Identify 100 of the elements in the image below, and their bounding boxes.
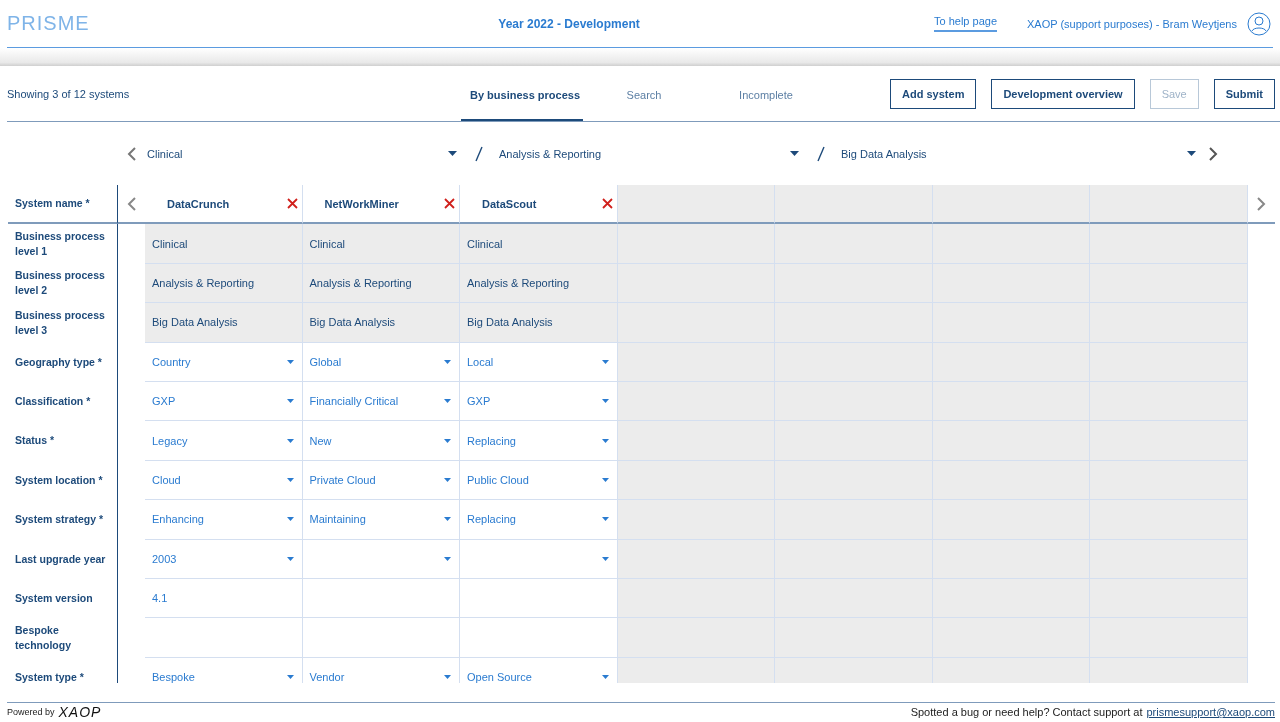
slash-separator (817, 145, 825, 162)
dropdown-field[interactable]: Legacy (152, 434, 294, 447)
row-label: System location * (8, 460, 118, 501)
dropdown-field[interactable]: GXP (467, 395, 609, 408)
help-link[interactable]: To help page (934, 15, 997, 32)
tab[interactable]: Search (583, 66, 705, 121)
row-label: Classification * (8, 381, 118, 422)
readonly-cell: Clinical (460, 224, 618, 264)
caret-icon (286, 517, 294, 522)
dropdown-field[interactable]: Replacing (467, 513, 609, 526)
readonly-cell: Analysis & Reporting (460, 263, 618, 304)
input-field[interactable] (460, 578, 618, 619)
row-label: System name * (8, 185, 118, 225)
caret-icon (790, 151, 799, 156)
row-label: Geography type * (8, 342, 118, 382)
readonly-cell: Clinical (302, 224, 460, 264)
row-label: Business process level 3 (8, 303, 118, 343)
caret-icon (601, 438, 609, 443)
dropdown-field[interactable]: Country (152, 355, 294, 368)
caret-icon (286, 359, 294, 364)
row-label: System strategy * (8, 500, 118, 540)
caret-icon (601, 674, 609, 679)
caret-icon (286, 399, 294, 404)
dropdown-field[interactable]: Vendor (309, 670, 451, 683)
dropdown-field[interactable]: Open Source (467, 670, 609, 683)
dropdown-field[interactable]: Enhancing (152, 513, 294, 526)
powered-by-text: Powered by (7, 707, 55, 717)
dropdown-field[interactable]: GXP (152, 395, 294, 408)
dropdown-field[interactable]: Local (467, 355, 609, 368)
dropdown-field[interactable]: Global (309, 355, 451, 368)
breadcrumb-dropdown[interactable]: Analysis & Reporting (489, 147, 811, 160)
remove-icon[interactable] (601, 198, 613, 210)
dropdown-field[interactable]: Bespoke (152, 670, 294, 683)
caret-icon (444, 477, 451, 482)
row-label: Last upgrade year (8, 539, 118, 579)
tab[interactable]: By business process (461, 66, 583, 121)
dropdown-field[interactable]: Maintaining (309, 513, 451, 526)
input-field[interactable]: 4.1 (145, 578, 303, 619)
chevron-left-icon[interactable] (126, 195, 137, 212)
logo: PRISME (7, 12, 91, 35)
caret-icon (448, 151, 457, 156)
system-name: DataScout (482, 197, 537, 210)
caret-icon (601, 556, 609, 561)
caret-icon (444, 517, 451, 522)
readonly-cell: Clinical (145, 224, 303, 264)
row-label: Status * (8, 421, 118, 461)
system-name: NetWorkMiner (324, 197, 399, 210)
caret-icon (286, 438, 294, 443)
row-label: System version (8, 578, 118, 619)
row-label: System type * (8, 657, 118, 683)
remove-icon[interactable] (286, 198, 298, 210)
caret-icon (286, 477, 294, 482)
readonly-cell: Big Data Analysis (302, 303, 460, 343)
caret-icon (601, 399, 609, 404)
row-label: Business process level 1 (8, 224, 118, 264)
dropdown-field[interactable]: New (309, 434, 451, 447)
caret-icon (444, 399, 451, 404)
caret-icon (601, 359, 609, 364)
input-field[interactable] (302, 578, 460, 619)
caret-icon (444, 674, 451, 679)
dropdown-field[interactable]: Cloud (152, 473, 294, 486)
chevron-left-icon[interactable] (127, 145, 137, 162)
brand-logo: XAOP (58, 704, 102, 720)
input-field[interactable] (302, 618, 460, 658)
chevron-right-icon[interactable] (1256, 195, 1266, 212)
action-button[interactable]: Submit (1213, 78, 1275, 109)
caret-icon (286, 556, 294, 561)
action-button[interactable]: Add system (890, 78, 977, 109)
support-email-link[interactable]: prismesupport@xaop.com (1146, 706, 1275, 718)
page-title: Year 2022 - Development (497, 16, 641, 31)
row-label: Business process level 2 (8, 263, 118, 304)
input-field[interactable] (145, 618, 303, 658)
caret-icon (444, 359, 451, 364)
system-name: DataCrunch (167, 197, 230, 210)
caret-icon (444, 556, 451, 561)
dropdown-field[interactable]: Public Cloud (467, 473, 609, 486)
action-button[interactable]: Development overview (991, 78, 1135, 109)
readonly-cell: Big Data Analysis (145, 303, 303, 343)
row-label: Bespoke technology (8, 618, 118, 658)
dropdown-field[interactable]: Replacing (467, 434, 609, 447)
remove-icon[interactable] (444, 198, 455, 210)
dropdown-field[interactable]: Private Cloud (309, 473, 451, 486)
input-field[interactable] (460, 618, 618, 658)
slash-separator (475, 145, 483, 162)
readonly-cell: Big Data Analysis (460, 303, 618, 343)
breadcrumb-dropdown[interactable]: Clinical (137, 147, 469, 160)
caret-icon (1187, 151, 1196, 156)
breadcrumb-dropdown[interactable]: Big Data Analysis (831, 147, 1208, 160)
tab[interactable]: Incomplete (705, 66, 827, 121)
user-icon[interactable] (1246, 11, 1271, 36)
dropdown-field[interactable]: 2003 (152, 552, 294, 565)
support-text: Spotted a bug or need help? Contact support at (910, 706, 1143, 718)
dropdown-field[interactable]: Financially Critical (309, 395, 451, 408)
readonly-cell: Analysis & Reporting (145, 263, 303, 304)
caret-icon (444, 438, 451, 443)
chevron-right-icon[interactable] (1208, 145, 1218, 162)
system-count: Showing 3 of 12 systems (7, 87, 131, 100)
caret-icon (601, 477, 609, 482)
user-name: XAOP (support purposes) - Bram Weytjens (1027, 17, 1237, 30)
readonly-cell: Analysis & Reporting (302, 263, 460, 304)
